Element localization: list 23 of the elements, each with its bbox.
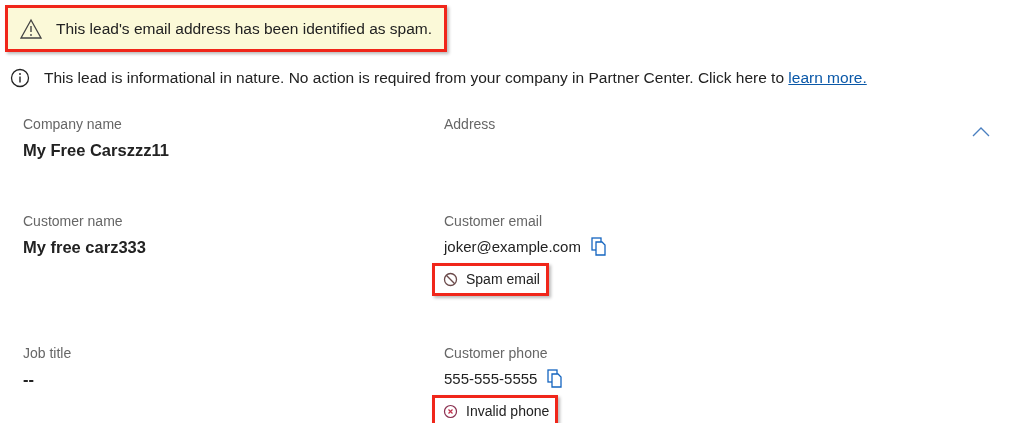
field-label: Customer phone xyxy=(444,343,549,363)
info-text: This lead is informational in nature. No action is required from your company in Partner Center. Click here to learn more. xyxy=(44,68,867,89)
info-icon xyxy=(10,67,30,88)
learn-more-link[interactable]: learn more. xyxy=(788,69,867,87)
field-value: My Free Carszzz11 xyxy=(23,139,170,161)
chevron-up-icon[interactable] xyxy=(972,125,990,138)
error-icon xyxy=(443,404,458,419)
field-label: Company name xyxy=(23,114,123,134)
warning-text: This lead's email address has been identified as spam. xyxy=(56,19,433,39)
copy-icon[interactable] xyxy=(547,369,564,389)
field-label: Customer email xyxy=(444,211,544,231)
warning-icon xyxy=(20,17,42,40)
field-value: joker@example.com xyxy=(444,236,581,257)
blocked-icon xyxy=(443,272,458,287)
field-label: Customer name xyxy=(23,211,124,231)
field-label: Job title xyxy=(23,343,73,363)
field-value: My free carz333 xyxy=(23,236,147,258)
field-value: 555-555-5555 xyxy=(444,368,538,389)
tag-text: Invalid phone xyxy=(466,402,550,421)
field-value: -- xyxy=(23,368,35,390)
field-label: Address xyxy=(444,114,497,134)
tag-text: Spam email xyxy=(466,270,540,289)
copy-icon[interactable] xyxy=(590,237,607,257)
